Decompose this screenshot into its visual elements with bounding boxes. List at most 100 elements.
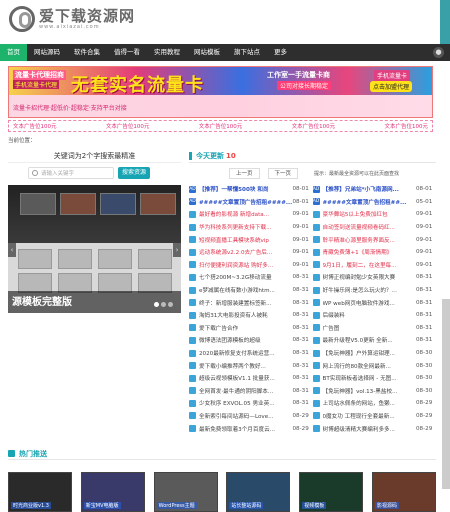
news-item[interactable]: 0魔女功 工程现行全套最新... 08-29 <box>312 412 437 420</box>
news-item-title[interactable]: 全网首发·最牛通的阴阳脚本... <box>199 387 293 395</box>
news-item[interactable]: 全新索引每间站源码—Love... 08-29 <box>189 412 313 420</box>
text-ad[interactable]: 文本广告位100元 <box>385 122 429 130</box>
news-item[interactable]: 爱下载广告合作 08-31 <box>189 324 313 332</box>
hot-card[interactable]: 影视源码 <box>371 472 436 512</box>
news-item[interactable]: 微博语法团源模板的超级 08-31 <box>189 336 313 344</box>
news-item[interactable]: 自动签到送流量视频卷码红... 09-01 <box>312 223 437 231</box>
news-item-title[interactable]: #####文章置顶广告招租##... <box>323 198 417 206</box>
nav-item-source[interactable]: 网站源码 <box>27 44 67 61</box>
news-item[interactable]: 广告图 08-31 <box>312 324 437 332</box>
slider-prev-icon[interactable]: ‹ <box>8 243 16 257</box>
news-item[interactable]: 扫付便捷利润资源站 购好多... 09-01 <box>189 261 313 269</box>
news-item-title[interactable]: 远动系统源v2.2.0去广告后... <box>199 248 293 256</box>
news-item-title[interactable]: 好牛操乐网:是怎么玩火的？... <box>323 286 417 294</box>
news-item[interactable]: 淘妈31大电影投资有人被耗 08-31 <box>189 311 313 319</box>
news-item[interactable]: 树博超级清精大赛编利多多... 08-29 <box>312 425 437 433</box>
news-item-title[interactable]: 华为科技系列更新支持下载... <box>199 223 293 231</box>
news-item-title[interactable]: 广告图 <box>323 324 417 332</box>
text-ad[interactable]: 文本广告位100元 <box>292 122 336 130</box>
slider-dot[interactable] <box>154 302 159 307</box>
news-item-title[interactable]: 短视频直播工具模块系统vip <box>199 236 293 244</box>
news-item[interactable]: 【免玩神器】户外算运钳理... 08-30 <box>312 349 437 357</box>
news-item[interactable]: e梦减属在线有数小游戏htm... 08-31 <box>189 286 313 294</box>
news-item[interactable]: 豪华舞站5以上免费加红包 09-01 <box>312 210 437 218</box>
news-item[interactable]: 【免玩神器】vol.13-黑盐校... 08-30 <box>312 387 437 395</box>
news-item-title[interactable]: 少女秋序 EXVOL.05 男业英... <box>199 399 293 407</box>
nav-item-sites[interactable]: 旗下站点 <box>227 44 267 61</box>
text-ad[interactable]: 文本广告位100元 <box>199 122 243 130</box>
news-item-title[interactable]: 后缀装料 <box>323 311 417 319</box>
user-icon[interactable]: ● <box>433 47 444 58</box>
news-item[interactable]: 最新升级程V5.0更新 全新... 08-31 <box>312 336 437 344</box>
news-item-title[interactable]: 【免玩神器】户外算运钳理... <box>323 349 417 357</box>
news-item[interactable]: 聆平精准心源里服务界面反... 09-01 <box>312 236 437 244</box>
news-item-title[interactable]: 最新升级程V5.0更新 全新... <box>323 336 417 344</box>
news-item-title[interactable]: 树博超级清精大赛编利多多... <box>323 425 417 433</box>
next-page-button[interactable]: 下一页 <box>267 168 299 179</box>
hot-card[interactable]: 站长整站源码 <box>226 472 291 512</box>
news-item[interactable]: AD #####文章置顶广告招租####... 08-01 <box>189 198 313 206</box>
news-item[interactable]: 青藏免费薄+1《周渐情期》 09-01 <box>312 248 437 256</box>
hot-card[interactable]: 新宝MV电脑版 <box>80 472 145 512</box>
news-item-title[interactable]: e梦减属在线有数小游戏htm... <box>199 286 293 294</box>
slider-dot[interactable] <box>168 302 173 307</box>
nav-item-tutorial[interactable]: 实用教程 <box>147 44 187 61</box>
news-item-title[interactable]: 爱下载广告合作 <box>199 324 293 332</box>
hot-card[interactable]: 时光商业版v1.3 <box>8 472 72 512</box>
news-item[interactable]: 华为科技系列更新支持下载... 09-01 <box>189 223 313 231</box>
hot-card[interactable]: 视频模板 <box>299 472 364 512</box>
nav-item-software[interactable]: 软件合集 <box>67 44 107 61</box>
news-item[interactable]: 超级云视领模板V1.1 批量获... 08-31 <box>189 374 313 382</box>
news-item-title[interactable]: 9月1日，履刻二，在这里每... <box>323 261 417 269</box>
news-item-title[interactable]: 上司站水佩条的网站，鱼獭... <box>323 399 417 407</box>
image-slider[interactable]: ‹ › 源模板完整版 <box>8 185 181 313</box>
page-scrollbar[interactable] <box>442 299 450 489</box>
news-item-title[interactable]: 最新免费领取着3个月百度云... <box>199 425 293 433</box>
news-item-title[interactable]: 青藏免费薄+1《周渐情期》 <box>323 248 417 256</box>
news-item-title[interactable]: BT实现新板者选择网 - 无图... <box>323 374 417 382</box>
slider-next-icon[interactable]: › <box>173 243 181 257</box>
news-item-title[interactable]: 【推荐】一帮懂500块 和尚 <box>199 185 293 193</box>
text-ad[interactable]: 文本广告位100元 <box>13 122 57 130</box>
ad-banner[interactable]: 流量卡代理招商 手机流量卡代理 无套实名流量卡 工作室一手流量卡商 公司对接长期… <box>8 66 433 118</box>
news-item[interactable]: AD 【推荐】兄弟站*小飞南源网... 08-01 <box>312 185 437 193</box>
news-item[interactable]: AD #####文章置顶广告招租##... 05-01 <box>312 198 437 206</box>
news-item-title[interactable]: 【免玩神器】vol.13-黑盐校... <box>323 387 417 395</box>
news-item[interactable]: WP web网页电脑软件游戏... 08-31 <box>312 299 437 307</box>
news-item-title[interactable]: 全新索引每间站源码—Love... <box>199 412 293 420</box>
news-item[interactable]: 短视频直播工具模块系统vip 09-01 <box>189 236 313 244</box>
news-item-title[interactable]: 聆平精准心源里服务界面反... <box>323 236 417 244</box>
news-item[interactable]: 远动系统源v2.2.0去广告后... 09-01 <box>189 248 313 256</box>
news-item-title[interactable]: 七个搭200M~3.2G移动流量 <box>199 273 293 281</box>
news-item[interactable]: 树博正视编封勉少女英限大赛 08-31 <box>312 273 437 281</box>
prev-page-button[interactable]: 上一页 <box>229 168 260 179</box>
site-logo[interactable]: 爱下载资源网 www.aixiazai.com <box>9 6 135 32</box>
news-item-title[interactable]: 最好看的影视源 新增data... <box>199 210 293 218</box>
news-item[interactable]: 全网首发·最牛通的阴阳脚本... 08-31 <box>189 387 313 395</box>
news-item[interactable]: 后缀装料 08-31 <box>312 311 437 319</box>
nav-item-more[interactable]: 更多 <box>267 44 294 61</box>
news-item[interactable]: BT实现新板者选择网 - 无图... 08-30 <box>312 374 437 382</box>
news-item[interactable]: 终子：新增服装建置标签新... 08-31 <box>189 299 313 307</box>
news-item-title[interactable]: 终子：新增服装建置标签新... <box>199 299 293 307</box>
news-item[interactable]: 2020最新修复支付系统运营... 08-31 <box>189 349 313 357</box>
news-item[interactable]: 上司站水佩条的网站，鱼獭... 08-29 <box>312 399 437 407</box>
news-item-title[interactable]: 淘妈31大电影投资有人被耗 <box>199 311 293 319</box>
news-item[interactable]: 少女秋序 EXVOL.05 男业英... 08-31 <box>189 399 313 407</box>
news-item-title[interactable]: 【推荐】兄弟站*小飞南源网... <box>323 185 417 193</box>
banner-tag-b[interactable]: 点击加盟代理 <box>369 81 412 92</box>
nav-item-worth[interactable]: 值得一看 <box>107 44 147 61</box>
news-item-title[interactable]: 豪华舞站5以上免费加红包 <box>323 210 417 218</box>
news-item-title[interactable]: 自动签到送流量视频卷码红... <box>323 223 417 231</box>
search-input[interactable]: 请输入关键字 <box>28 167 114 179</box>
news-item-title[interactable]: WP web网页电脑软件游戏... <box>323 299 417 307</box>
news-item[interactable]: 爱下载小编推荐两个教好... 08-31 <box>189 362 313 370</box>
text-ad[interactable]: 文本广告位100元 <box>106 122 150 130</box>
news-item-title[interactable]: 0魔女功 工程现行全套最新... <box>323 412 417 420</box>
nav-item-template[interactable]: 网站模板 <box>187 44 227 61</box>
news-item-title[interactable]: 网上流行的80款全网最新... <box>323 362 417 370</box>
news-item[interactable]: AD 【推荐】一帮懂500块 和尚 08-01 <box>189 185 313 193</box>
slider-dot[interactable] <box>161 302 166 307</box>
side-toolbar[interactable] <box>440 0 450 44</box>
news-item-title[interactable]: 扫付便捷利润资源站 购好多... <box>199 261 293 269</box>
